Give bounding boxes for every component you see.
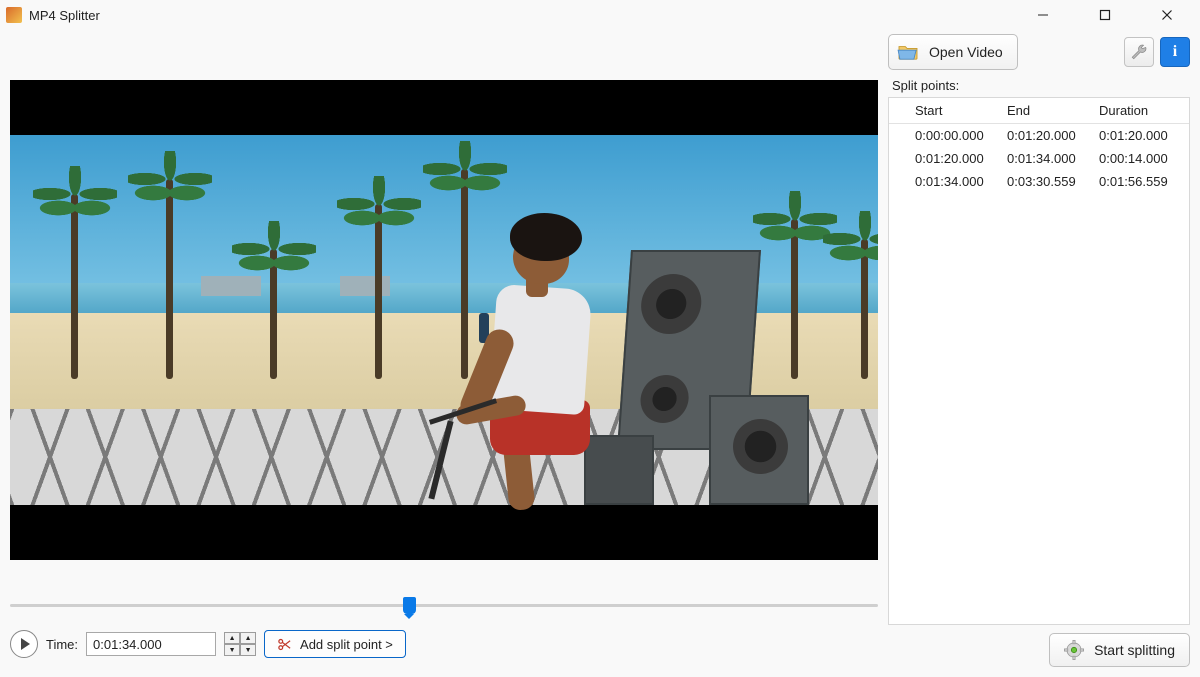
time-down-button[interactable]: ▼ <box>224 644 240 656</box>
video-frame <box>10 135 878 505</box>
folder-icon <box>897 43 919 61</box>
col-start[interactable]: Start <box>915 103 1007 118</box>
play-button[interactable] <box>10 630 38 658</box>
open-video-button[interactable]: Open Video <box>888 34 1018 70</box>
table-header: Start End Duration <box>889 98 1189 124</box>
cell-end: 0:03:30.559 <box>1007 174 1099 189</box>
time-value: 0:01:34.000 <box>93 637 162 652</box>
col-end[interactable]: End <box>1007 103 1099 118</box>
cell-end: 0:01:34.000 <box>1007 151 1099 166</box>
timeline-scrubber[interactable] <box>10 595 878 615</box>
scissors-icon <box>277 637 292 652</box>
window-controls <box>1022 1 1194 29</box>
time-input[interactable]: 0:01:34.000 <box>86 632 216 656</box>
cell-duration: 0:00:14.000 <box>1099 151 1185 166</box>
col-duration[interactable]: Duration <box>1099 103 1185 118</box>
cell-start: 0:01:20.000 <box>915 151 1007 166</box>
time-up-button[interactable]: ▲ <box>224 632 240 644</box>
table-row[interactable]: 0:01:34.0000:03:30.5590:01:56.559 <box>889 170 1189 193</box>
split-points-table: Start End Duration 0:00:00.0000:01:20.00… <box>888 97 1190 625</box>
cell-start: 0:01:34.000 <box>915 174 1007 189</box>
table-row[interactable]: 0:01:20.0000:01:34.0000:00:14.000 <box>889 147 1189 170</box>
cell-duration: 0:01:20.000 <box>1099 128 1185 143</box>
maximize-button[interactable] <box>1084 1 1126 29</box>
app-title: MP4 Splitter <box>29 8 100 23</box>
add-split-point-button[interactable]: Add split point > <box>264 630 406 658</box>
video-preview[interactable] <box>10 80 878 560</box>
cell-end: 0:01:20.000 <box>1007 128 1099 143</box>
start-splitting-label: Start splitting <box>1094 642 1175 658</box>
wrench-icon <box>1130 43 1148 61</box>
settings-button[interactable] <box>1124 37 1154 67</box>
start-splitting-button[interactable]: Start splitting <box>1049 633 1190 667</box>
titlebar: MP4 Splitter <box>0 0 1200 30</box>
split-points-label: Split points: <box>892 78 1190 93</box>
gear-icon <box>1064 640 1084 660</box>
time-fine-down-button[interactable]: ▼ <box>240 644 256 656</box>
close-button[interactable] <box>1146 1 1188 29</box>
cell-duration: 0:01:56.559 <box>1099 174 1185 189</box>
time-fine-up-button[interactable]: ▲ <box>240 632 256 644</box>
add-split-point-label: Add split point > <box>300 637 393 652</box>
scrubber-track <box>10 604 878 607</box>
scrubber-thumb[interactable] <box>403 597 416 614</box>
table-body: 0:00:00.0000:01:20.0000:01:20.0000:01:20… <box>889 124 1189 193</box>
cell-start: 0:00:00.000 <box>915 128 1007 143</box>
table-row[interactable]: 0:00:00.0000:01:20.0000:01:20.000 <box>889 124 1189 147</box>
open-video-label: Open Video <box>929 44 1003 60</box>
app-icon <box>6 7 22 23</box>
time-spinner: ▲ ▼ ▲ ▼ <box>224 632 256 656</box>
info-icon: i <box>1173 43 1177 61</box>
play-icon <box>21 638 30 650</box>
time-label: Time: <box>46 637 78 652</box>
info-button[interactable]: i <box>1160 37 1190 67</box>
minimize-button[interactable] <box>1022 1 1064 29</box>
